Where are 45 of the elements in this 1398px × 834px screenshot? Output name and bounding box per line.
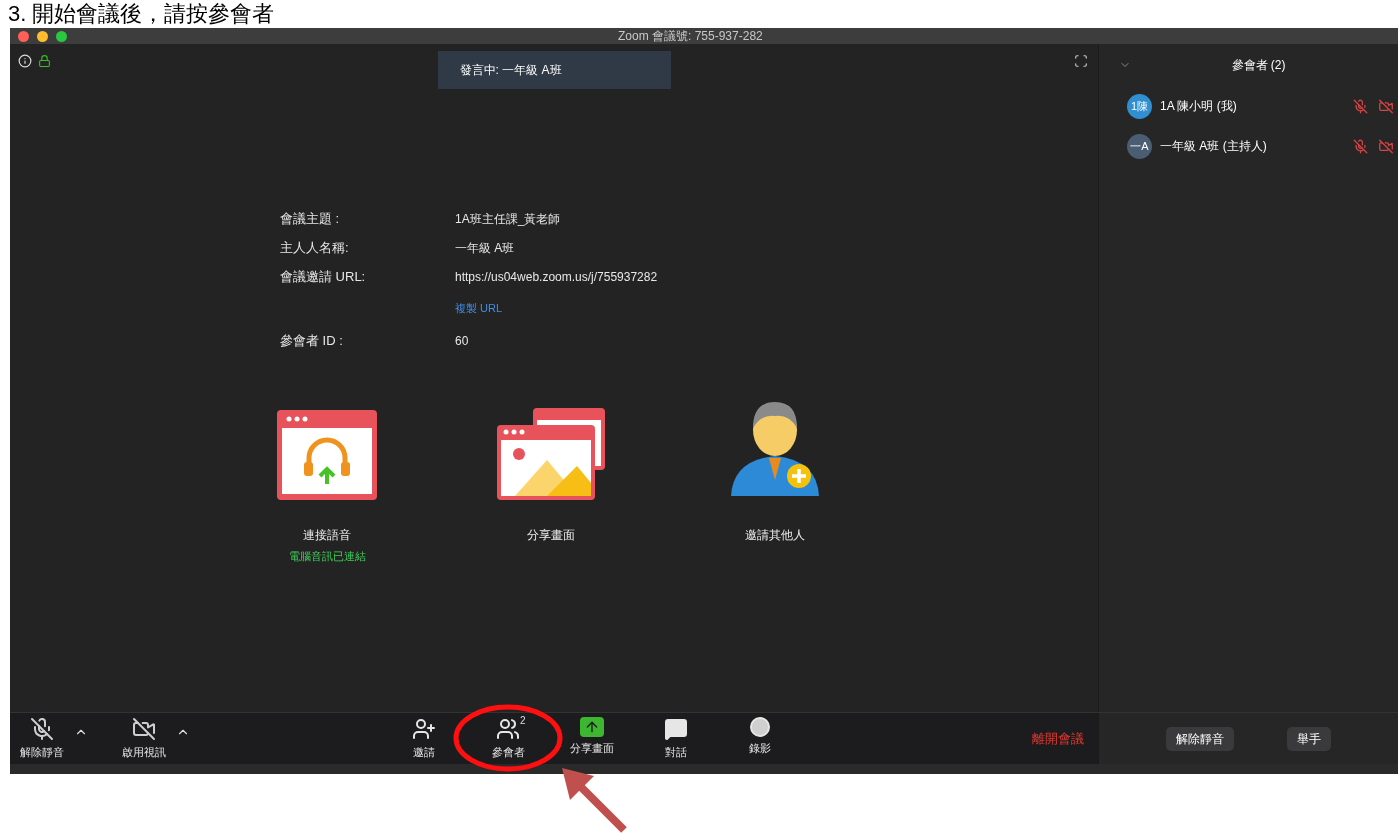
maximize-window-icon[interactable] [56,30,67,42]
action-label[interactable]: 連接語音 [303,526,351,544]
participant-count: 2 [520,713,526,728]
audio-status: 電腦音訊已連結 [288,549,366,564]
record-button[interactable]: 錄影 [718,716,802,761]
headphones-window-icon[interactable] [277,410,377,500]
share-button[interactable]: 分享畫面 [550,716,634,761]
fullscreen-icon[interactable] [1074,54,1088,68]
info-label: 會議主題 : [280,209,341,228]
info-label: 參會者 ID : [280,331,344,350]
start-video-button[interactable]: 啟用視訊 [116,716,172,761]
copy-url-link[interactable]: 複製 URL [455,300,503,317]
invite-button[interactable]: 邀請 [382,716,466,761]
action-label[interactable]: 分享畫面 [527,526,575,544]
add-person-icon [412,716,436,741]
speaking-banner: 發言中: 一年級 A班 [437,51,671,89]
info-label: 會議邀請 URL: [280,267,367,286]
panel-button[interactable]: 舉手 [1287,726,1332,751]
info-icon[interactable] [18,54,32,68]
chat-bubble-icon [664,716,688,741]
chat-button[interactable]: 對話 [634,716,718,761]
page-heading: 3. 開始會議後，請按參會者 [7,0,276,28]
unmute-button[interactable]: 解除靜音 [14,716,70,761]
share-screen-icon [580,716,604,737]
participant-name[interactable]: 1A 陳小明 (我) [1160,97,1353,115]
close-window-icon[interactable] [18,30,29,42]
lock-icon[interactable] [38,54,51,68]
info-value: 1A班主任課_黃老師 [455,210,561,228]
info-value: 一年級 A班 [455,239,515,257]
info-label: 主人人名稱: [280,238,350,257]
window-title: Zoom 會議號: 755-937-282 [618,28,763,44]
action-label[interactable]: 邀請其他人 [745,526,805,544]
participant-name[interactable]: 一年級 A班 (主持人) [1160,137,1353,155]
image-windows-icon[interactable] [497,408,605,500]
panel-button[interactable]: 解除靜音 [1165,726,1234,751]
info-value: 60 [455,332,469,350]
record-icon [750,716,770,737]
info-value: https://us04web.zoom.us/j/755937282 [455,268,658,286]
people-icon [496,716,520,741]
participant-avatar: 一A [1127,133,1152,159]
panel-title: 參會者 (2) [1231,57,1286,74]
minimize-window-icon[interactable] [37,30,48,42]
participant-avatar: 1陳 [1127,93,1152,119]
pointer-arrow [560,766,628,834]
leave-meeting-button[interactable]: 離開會議 [1032,728,1084,749]
